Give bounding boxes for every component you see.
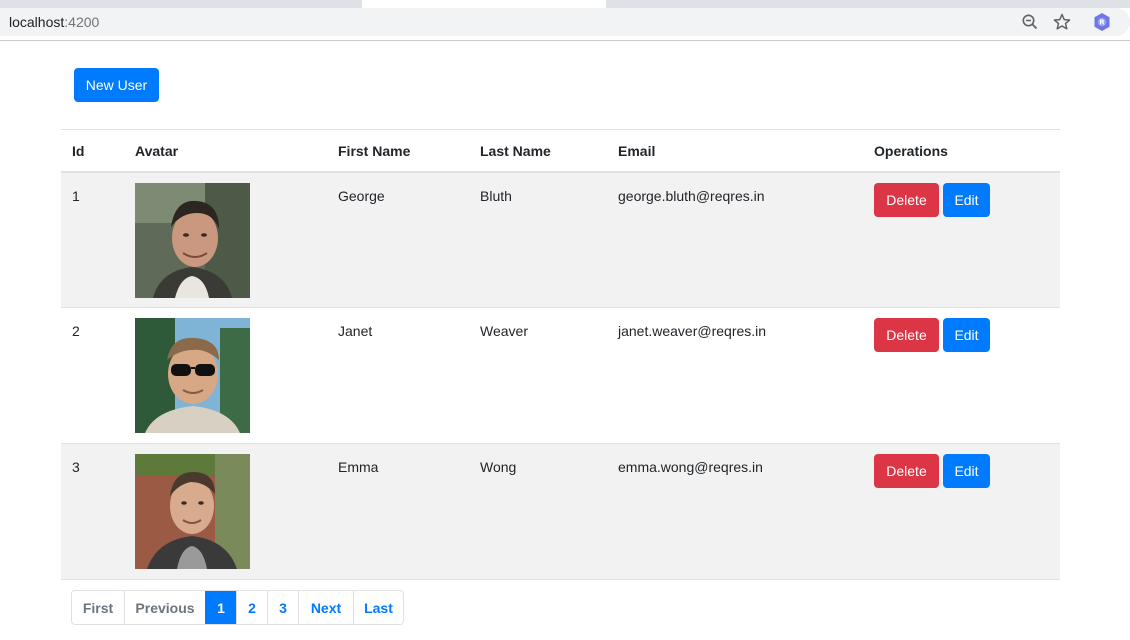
table-row: 2 Janet Weaver janet.weaver@reqres.in De… <box>61 308 1060 444</box>
url-host: localhost <box>9 14 65 30</box>
column-header-last-name: Last Name <box>480 143 551 160</box>
delete-button[interactable]: Delete <box>874 454 939 488</box>
pagination-previous[interactable]: Previous <box>124 591 205 624</box>
cell-email: george.bluth@reqres.in <box>618 187 765 204</box>
active-tab[interactable] <box>362 0 606 8</box>
cell-operations: Delete Edit <box>874 172 1060 308</box>
cell-first-name: Janet <box>338 323 373 339</box>
delete-button[interactable]: Delete <box>874 182 939 217</box>
edit-button[interactable]: Edit <box>943 454 990 488</box>
table-row: 1 George Bluth george.bluth@reqres.in De… <box>61 171 1060 308</box>
column-header-operations: Operations <box>874 143 948 160</box>
pagination-last[interactable]: Last <box>353 591 403 624</box>
star-icon[interactable] <box>1052 12 1072 32</box>
cell-id: 3 <box>72 459 80 475</box>
pagination: First Previous 1 2 3 Next Last <box>71 590 404 625</box>
cell-email: emma.wong@reqres.in <box>618 459 763 475</box>
cell-id: 2 <box>72 323 80 339</box>
cell-first-name: George <box>338 187 385 204</box>
cell-last-name: Bluth <box>480 187 512 204</box>
pagination-next[interactable]: Next <box>298 591 353 624</box>
zoom-icon[interactable] <box>1021 13 1039 31</box>
edit-button[interactable]: Edit <box>943 182 990 217</box>
column-header-first-name: First Name <box>338 143 411 160</box>
address-bar[interactable]: i localhost:4200 R <box>0 8 1130 36</box>
svg-text:R: R <box>1099 19 1105 27</box>
url-text[interactable]: localhost:4200 <box>9 14 99 30</box>
table-header-row: Id Avatar First Name Last Name Email Ope… <box>61 129 1060 172</box>
tab-strip <box>0 0 1130 8</box>
pagination-page-3[interactable]: 3 <box>267 591 298 624</box>
cell-last-name: Weaver <box>480 323 528 339</box>
browser-toolbar: i localhost:4200 R <box>0 8 1130 41</box>
cell-id: 1 <box>72 187 80 204</box>
users-table: Id Avatar First Name Last Name Email Ope… <box>61 129 1060 580</box>
cell-email: janet.weaver@reqres.in <box>618 323 767 339</box>
avatar <box>135 454 250 569</box>
column-header-id: Id <box>72 143 85 160</box>
extension-icon[interactable]: R <box>1093 12 1111 32</box>
edit-button[interactable]: Edit <box>943 318 990 352</box>
new-user-button[interactable]: New User <box>74 68 159 102</box>
pagination-page-2[interactable]: 2 <box>236 591 267 624</box>
cell-last-name: Wong <box>480 459 517 475</box>
cell-first-name: Emma <box>338 459 379 475</box>
column-header-email: Email <box>618 143 656 160</box>
pagination-first[interactable]: First <box>72 591 124 624</box>
delete-button[interactable]: Delete <box>874 318 939 352</box>
pagination-page-1[interactable]: 1 <box>205 591 236 624</box>
cell-operations: Delete Edit <box>874 308 1060 444</box>
column-header-avatar: Avatar <box>135 143 179 160</box>
url-port: :4200 <box>64 14 100 30</box>
cell-operations: Delete Edit <box>874 444 1060 580</box>
table-row: 3 Emma Wong emma.wong@reqres.in Delete E… <box>61 443 1060 580</box>
avatar <box>135 318 250 433</box>
avatar <box>135 182 250 298</box>
